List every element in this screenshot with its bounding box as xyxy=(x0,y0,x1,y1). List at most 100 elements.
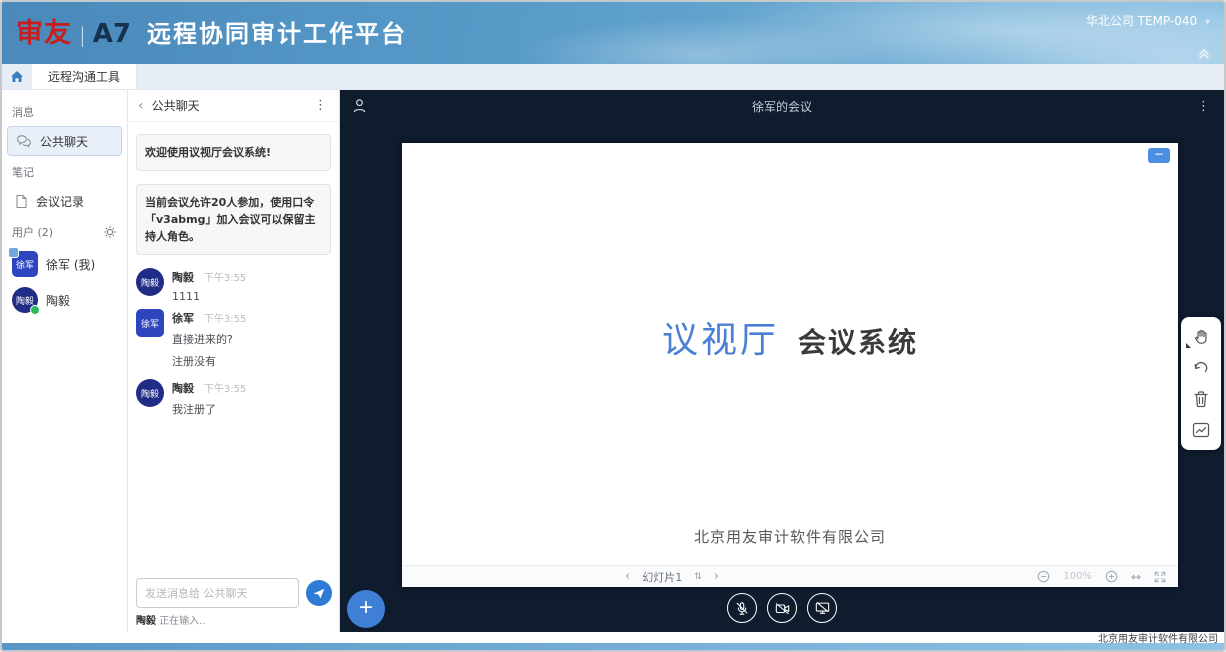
zoom-level-label: 100% xyxy=(1063,571,1092,582)
slide-subtitle-text: 会议系统 xyxy=(798,326,918,359)
fullscreen-button[interactable] xyxy=(1154,571,1166,583)
main-content: 消息 公共聊天 笔记 会议记录 用户 (2) xyxy=(2,90,1224,632)
slide-title: 议视厅 会议系统 xyxy=(402,311,1178,363)
sidebar-item-public-chat[interactable]: 公共聊天 xyxy=(7,126,122,156)
meeting-notes-label: 会议记录 xyxy=(36,193,84,210)
message-text: 直接进来的? xyxy=(172,331,246,347)
microphone-muted-button[interactable] xyxy=(727,593,757,623)
user-name: 徐军 (我) xyxy=(46,256,95,273)
conference-more-menu-icon[interactable]: ⋮ xyxy=(1195,99,1212,114)
brand-divider: | xyxy=(79,23,86,47)
collapse-header-button[interactable] xyxy=(1196,45,1212,61)
gear-icon[interactable] xyxy=(103,225,117,239)
sidebar: 消息 公共聊天 笔记 会议记录 用户 (2) xyxy=(2,90,128,632)
chat-more-menu-icon[interactable]: ⋮ xyxy=(312,98,329,113)
brand-name: 审友 xyxy=(16,11,72,50)
next-slide-icon[interactable]: › xyxy=(714,569,719,584)
notes-section-label: 笔记 xyxy=(2,156,127,186)
user-code: TEMP-040 xyxy=(1138,14,1197,28)
account-menu[interactable]: 华北公司 TEMP-040 ▾ xyxy=(1086,12,1210,29)
prev-slide-icon[interactable]: ‹ xyxy=(625,569,630,584)
app-window: 审友 | A7 远程协同审计工作平台 华北公司 TEMP-040 ▾ 远程沟通工… xyxy=(0,0,1226,652)
conference-control-bar: + xyxy=(340,587,1224,632)
public-chat-label: 公共聊天 xyxy=(40,133,88,150)
avatar: 徐军 xyxy=(12,251,38,277)
messages-section-label: 消息 xyxy=(2,96,127,126)
system-message: 欢迎使用议视厅会议系统! xyxy=(136,134,331,171)
online-badge-icon xyxy=(30,305,40,315)
slide-company-text: 北京用友审计软件有限公司 xyxy=(402,526,1178,547)
typing-text: 正在输入.. xyxy=(159,616,205,627)
avatar: 陶毅 xyxy=(12,287,38,313)
chat-panel: ‹ 公共聊天 ⋮ 欢迎使用议视厅会议系统! 当前会议允许20人参加，使用口令「v… xyxy=(128,90,340,632)
user-row-participant[interactable]: 陶毅 陶毅 xyxy=(2,282,127,318)
double-chevron-up-icon xyxy=(1196,45,1212,61)
camera-off-button[interactable] xyxy=(767,593,797,623)
insert-chart-button[interactable] xyxy=(1190,419,1212,441)
message-text: 1111 xyxy=(172,290,246,303)
undo-icon xyxy=(1192,359,1210,377)
brand-product: A7 xyxy=(93,19,131,49)
hand-tool-button[interactable] xyxy=(1190,326,1212,348)
presentation-slide: − 议视厅 会议系统 北京用友审计软件有限公司 ‹ 幻灯片1 ⇅ › xyxy=(402,143,1178,587)
platform-title: 远程协同审计工作平台 xyxy=(147,14,407,49)
camera-off-icon xyxy=(775,602,790,615)
add-content-button[interactable]: + xyxy=(347,590,385,628)
participant-icon[interactable] xyxy=(352,98,367,114)
paper-plane-icon xyxy=(313,587,325,599)
document-icon xyxy=(15,194,28,209)
typing-user: 陶毅 xyxy=(136,616,156,627)
message-time: 下午3:55 xyxy=(204,314,246,325)
back-icon[interactable]: ‹ xyxy=(138,98,144,114)
brand-logo: 审友 | A7 远程协同审计工作平台 xyxy=(16,11,407,50)
chat-message: 陶毅 陶毅 下午3:55 我注册了 xyxy=(136,379,331,417)
user-row-self[interactable]: 徐军 徐军 (我) xyxy=(2,246,127,282)
app-header: 审友 | A7 远程协同审计工作平台 华北公司 TEMP-040 ▾ xyxy=(2,2,1224,64)
chat-message-list: 欢迎使用议视厅会议系统! 当前会议允许20人参加，使用口令「v3abmg」加入会… xyxy=(128,122,339,632)
trash-icon xyxy=(1193,390,1209,408)
slide-number-label: 幻灯片1 xyxy=(642,569,682,585)
sender-name: 陶毅 xyxy=(172,382,194,395)
users-section-label: 用户 (2) xyxy=(2,216,127,246)
zoom-out-icon xyxy=(1037,570,1050,583)
screen-share-off-button[interactable] xyxy=(807,593,837,623)
home-icon xyxy=(10,70,24,83)
chat-input[interactable] xyxy=(136,578,299,608)
chat-message: 徐军 徐军 下午3:55 直接进来的? xyxy=(136,309,331,347)
mic-off-icon xyxy=(735,601,749,616)
home-button[interactable] xyxy=(2,64,32,89)
annotation-toolbar xyxy=(1181,317,1221,450)
zoom-out-button[interactable] xyxy=(1037,570,1050,583)
message-time: 下午3:55 xyxy=(204,384,246,395)
avatar: 陶毅 xyxy=(136,379,164,407)
meeting-title: 徐军的会议 xyxy=(340,98,1224,115)
chat-title: 公共聊天 xyxy=(152,97,200,114)
typing-indicator: 陶毅 正在输入.. xyxy=(136,612,331,627)
user-name: 陶毅 xyxy=(46,292,70,309)
org-name: 华北公司 xyxy=(1086,14,1134,28)
screen-share-off-icon xyxy=(815,601,830,615)
message-text: 我注册了 xyxy=(172,401,246,417)
zoom-in-icon xyxy=(1105,570,1118,583)
message-text: 注册没有 xyxy=(172,353,331,369)
tool-options-triangle-icon xyxy=(1186,343,1191,348)
caret-down-icon: ▾ xyxy=(1205,17,1210,28)
slide-picker-icon[interactable]: ⇅ xyxy=(694,572,702,582)
clear-annotations-button[interactable] xyxy=(1190,388,1212,410)
chat-header: ‹ 公共聊天 ⋮ xyxy=(128,90,339,122)
fit-width-button[interactable]: ↔ xyxy=(1131,570,1141,584)
tab-remote-communication[interactable]: 远程沟通工具 xyxy=(32,64,137,89)
minimize-slide-button[interactable]: − xyxy=(1148,148,1170,163)
tab-bar: 远程沟通工具 xyxy=(2,64,1224,90)
bottom-accent-bar xyxy=(2,643,1224,650)
sender-name: 徐军 xyxy=(172,312,194,325)
host-badge-icon xyxy=(8,247,19,258)
shared-screen-area: − 议视厅 会议系统 北京用友审计软件有限公司 ‹ 幻灯片1 ⇅ › xyxy=(340,122,1224,587)
hand-icon xyxy=(1192,328,1210,346)
zoom-in-button[interactable] xyxy=(1105,570,1118,583)
slide-brand-text: 议视厅 xyxy=(662,320,779,361)
system-message: 当前会议允许20人参加，使用口令「v3abmg」加入会议可以保留主持人角色。 xyxy=(136,184,331,255)
sidebar-item-meeting-notes[interactable]: 会议记录 xyxy=(7,186,122,216)
undo-button[interactable] xyxy=(1190,357,1212,379)
conference-header: 徐军的会议 ⋮ xyxy=(340,90,1224,122)
